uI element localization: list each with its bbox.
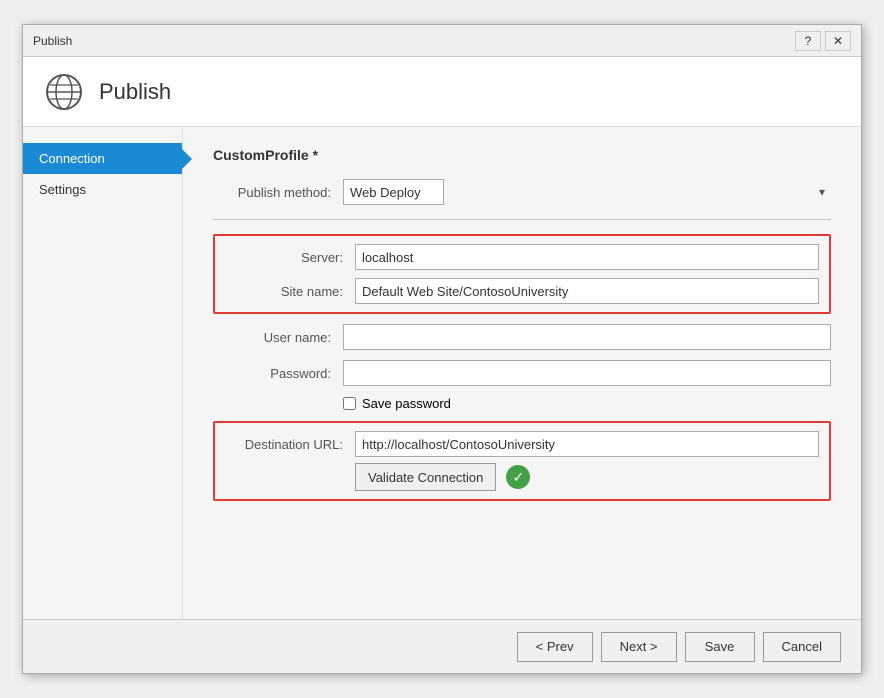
- content-area: Connection Settings CustomProfile * Publ…: [23, 127, 861, 619]
- header-area: Publish: [23, 57, 861, 127]
- sidebar-item-connection-label: Connection: [39, 151, 105, 166]
- sidebar: Connection Settings: [23, 127, 183, 619]
- header-title: Publish: [99, 79, 171, 105]
- prev-button[interactable]: < Prev: [517, 632, 593, 662]
- server-input[interactable]: [355, 244, 819, 270]
- destination-url-label: Destination URL:: [225, 437, 355, 452]
- site-name-label: Site name:: [225, 284, 355, 299]
- globe-icon: [43, 71, 85, 113]
- cancel-button[interactable]: Cancel: [763, 632, 841, 662]
- validation-success-icon: ✓: [506, 465, 530, 489]
- publish-dialog: Publish ? ✕ Publish Connection Setting: [22, 24, 862, 674]
- section-title: CustomProfile *: [213, 147, 831, 163]
- save-password-group: Save password: [343, 396, 831, 411]
- password-label: Password:: [213, 366, 343, 381]
- username-input[interactable]: [343, 324, 831, 350]
- save-password-label: Save password: [362, 396, 451, 411]
- title-bar-buttons: ? ✕: [795, 31, 851, 51]
- footer: < Prev Next > Save Cancel: [23, 619, 861, 673]
- check-icon: ✓: [513, 469, 525, 486]
- validate-row: Validate Connection ✓: [355, 463, 819, 491]
- server-sitename-highlight: Server: Site name:: [213, 234, 831, 314]
- sidebar-item-settings-label: Settings: [39, 182, 86, 197]
- destination-url-group: Destination URL:: [225, 431, 819, 457]
- destination-highlight: Destination URL: Validate Connection ✓: [213, 421, 831, 501]
- publish-method-group: Publish method: Web Deploy: [213, 179, 831, 205]
- destination-url-input[interactable]: [355, 431, 819, 457]
- password-group: Password:: [213, 360, 831, 386]
- site-name-input[interactable]: [355, 278, 819, 304]
- next-button[interactable]: Next >: [601, 632, 677, 662]
- sidebar-item-settings[interactable]: Settings: [23, 174, 182, 205]
- publish-method-select-wrapper: Web Deploy: [343, 179, 831, 205]
- publish-method-label: Publish method:: [213, 185, 343, 200]
- separator: [213, 219, 831, 220]
- close-button[interactable]: ✕: [825, 31, 851, 51]
- title-bar-text: Publish: [33, 34, 72, 48]
- password-input[interactable]: [343, 360, 831, 386]
- publish-method-select[interactable]: Web Deploy: [343, 179, 444, 205]
- help-button[interactable]: ?: [795, 31, 821, 51]
- username-group: User name:: [213, 324, 831, 350]
- title-bar: Publish ? ✕: [23, 25, 861, 57]
- validate-connection-button[interactable]: Validate Connection: [355, 463, 496, 491]
- site-name-group: Site name:: [225, 278, 819, 304]
- server-label: Server:: [225, 250, 355, 265]
- save-button[interactable]: Save: [685, 632, 755, 662]
- save-password-checkbox[interactable]: [343, 397, 356, 410]
- main-area: CustomProfile * Publish method: Web Depl…: [183, 127, 861, 619]
- server-group: Server:: [225, 244, 819, 270]
- username-label: User name:: [213, 330, 343, 345]
- sidebar-item-connection[interactable]: Connection: [23, 143, 182, 174]
